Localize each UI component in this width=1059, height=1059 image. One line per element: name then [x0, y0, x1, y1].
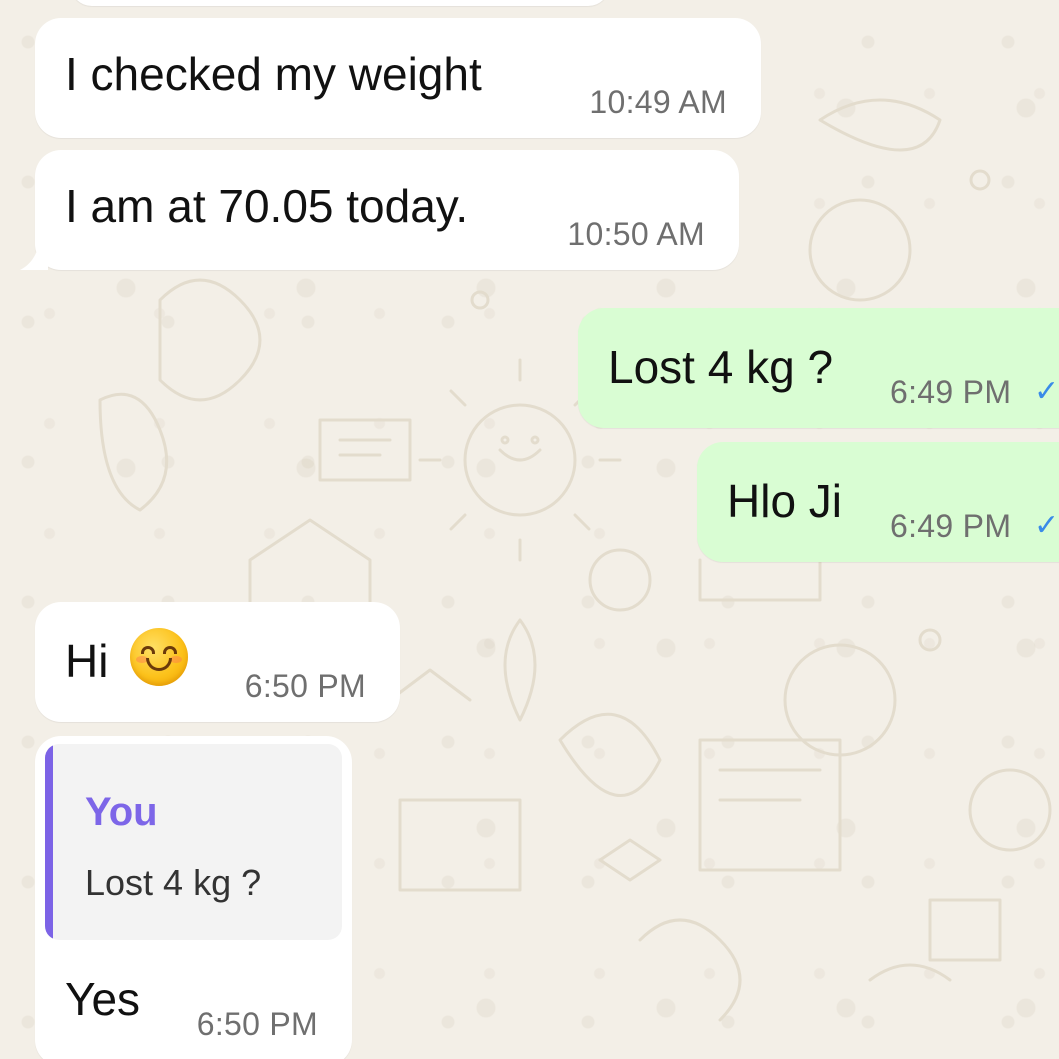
message-timestamp: 6:50 PM	[244, 668, 366, 704]
reply-message-bubble[interactable]: You Lost 4 kg ? Yes 6:50 PM	[35, 736, 352, 1059]
message-text: Hlo Ji	[727, 475, 843, 527]
message-timestamp: 10:50 AM	[567, 216, 705, 252]
quoted-text: Lost 4 kg ?	[85, 862, 262, 903]
cropped-message-bubble	[70, 0, 610, 6]
outgoing-message-bubble[interactable]: Hlo Ji 6:49 PM ✓	[697, 442, 1059, 562]
quoted-message[interactable]: You Lost 4 kg ?	[45, 744, 342, 940]
message-text: Hi	[65, 635, 109, 687]
bubble-tail	[20, 240, 48, 270]
incoming-message-bubble[interactable]: Hi 6:50 PM	[35, 602, 400, 722]
message-timestamp: 6:50 PM	[196, 1006, 318, 1042]
message-text: I checked my weight	[65, 48, 482, 100]
message-text: Lost 4 kg ?	[608, 341, 834, 393]
message-timestamp: 10:49 AM	[589, 84, 727, 120]
message-timestamp: 6:49 PM	[890, 508, 1012, 544]
message-timestamp: 6:49 PM	[890, 374, 1012, 410]
single-check-icon: ✓	[1034, 375, 1059, 408]
message-text: Yes	[65, 973, 141, 1025]
single-check-icon: ✓	[1034, 509, 1059, 542]
incoming-message-bubble[interactable]: I checked my weight 10:49 AM	[35, 18, 761, 138]
incoming-message-bubble[interactable]: I am at 70.05 today. 10:50 AM	[35, 150, 739, 270]
smiling-face-icon	[130, 628, 188, 686]
quote-accent-bar	[45, 744, 53, 940]
outgoing-message-bubble[interactable]: Lost 4 kg ? 6:49 PM ✓	[578, 308, 1059, 428]
quoted-author: You	[85, 790, 158, 834]
message-text: I am at 70.05 today.	[65, 180, 469, 232]
